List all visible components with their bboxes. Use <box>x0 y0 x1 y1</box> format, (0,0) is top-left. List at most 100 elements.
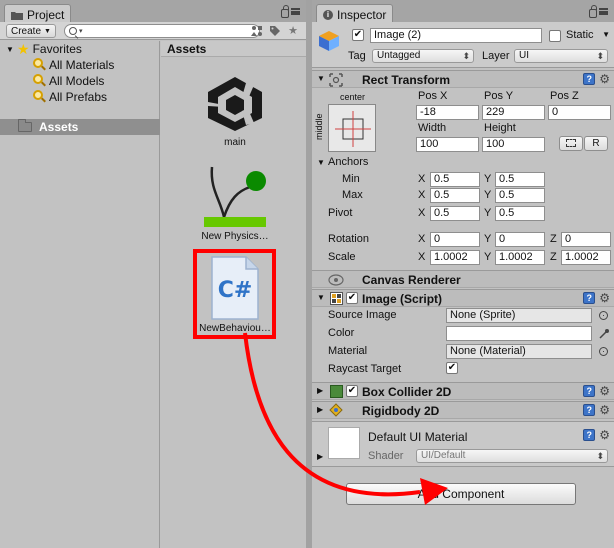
pos-x-field[interactable]: -18 <box>416 105 479 120</box>
menu-icon[interactable] <box>599 8 608 15</box>
fold-arrow-icon[interactable]: ▼ <box>317 158 325 167</box>
anchor-max-y-field[interactable]: 0.5 <box>495 188 545 203</box>
box-collider-2d-header[interactable]: ▶ ✔ Box Collider 2D ? ⚙ <box>312 382 614 400</box>
inspector-tab[interactable]: i Inspector <box>316 4 394 22</box>
material-field[interactable]: None (Material) <box>446 344 592 359</box>
star-icon[interactable]: ★ <box>286 25 300 37</box>
rotation-y-field[interactable]: 0 <box>495 232 545 247</box>
color-field[interactable] <box>446 326 592 341</box>
scale-y-field[interactable]: 1.0002 <box>495 250 545 265</box>
inspector-tab-menu[interactable] <box>589 5 608 18</box>
eyedropper-icon[interactable] <box>598 328 610 340</box>
project-tab[interactable]: Project <box>4 4 72 22</box>
rotation-z-field[interactable]: 0 <box>561 232 611 247</box>
add-component-button[interactable]: Add Component <box>346 483 576 505</box>
static-checkbox[interactable] <box>549 30 561 42</box>
object-picker-icon[interactable] <box>599 347 608 356</box>
scale-z-field[interactable]: 1.0002 <box>561 250 611 265</box>
pivot-x-field[interactable]: 0.5 <box>430 206 480 221</box>
layer-dropdown[interactable]: UI <box>514 49 608 63</box>
tree-item-all-prefabs[interactable]: All Prefabs <box>32 89 107 105</box>
anchor-max-x-field[interactable]: 0.5 <box>430 188 480 203</box>
canvas-renderer-icon <box>328 274 344 286</box>
tree-item-assets[interactable]: Assets <box>0 119 160 135</box>
folder-icon <box>11 11 23 20</box>
tree-item-label: All Materials <box>49 58 115 72</box>
rigidbody-2d-header[interactable]: ▶ Rigidbody 2D ? ⚙ <box>312 401 614 419</box>
rect-transform-header[interactable]: ▼ Rect Transform ? ⚙ <box>312 70 614 88</box>
anchor-min-y-field[interactable]: 0.5 <box>495 172 545 187</box>
material-name: Default UI Material <box>368 430 468 444</box>
filter-by-type-icon[interactable] <box>250 25 264 37</box>
assets-header: Assets <box>161 41 306 57</box>
anchor-min-x-field[interactable]: 0.5 <box>430 172 480 187</box>
create-button[interactable]: Create ▼ <box>6 24 56 38</box>
gear-icon[interactable]: ⚙ <box>599 73 610 85</box>
dropdown-arrow-icon: ▼ <box>44 27 51 35</box>
asset-item-physics-material[interactable]: New Physics… <box>195 159 275 243</box>
help-book-icon[interactable]: ? <box>583 385 596 397</box>
tree-item-all-materials[interactable]: All Materials <box>32 57 114 73</box>
scale-x-field[interactable]: 1.0002 <box>430 250 480 265</box>
help-book-icon[interactable]: ? <box>583 292 596 304</box>
box-collider-enabled-checkbox[interactable]: ✔ <box>346 385 358 397</box>
tree-item-favorites[interactable]: ▼ ★ Favorites <box>6 41 82 57</box>
gear-icon[interactable]: ⚙ <box>599 404 610 416</box>
rect-transform-icon <box>329 73 343 87</box>
image-enabled-checkbox[interactable]: ✔ <box>346 292 358 304</box>
pos-z-label: Pos Z <box>550 90 579 102</box>
expand-arrow-icon[interactable]: ▼ <box>6 45 14 54</box>
width-field[interactable]: 100 <box>416 137 479 152</box>
active-checkbox[interactable]: ✔ <box>352 29 364 41</box>
blueprint-mode-button[interactable] <box>559 136 583 151</box>
component-icons: ? ⚙ <box>583 404 610 416</box>
pos-z-field[interactable]: 0 <box>548 105 611 120</box>
highlight-box <box>193 249 276 339</box>
tree-item-label: All Prefabs <box>49 90 108 104</box>
max-label: Max <box>342 189 363 201</box>
scale-label: Scale <box>328 251 356 263</box>
height-field[interactable]: 100 <box>482 137 545 152</box>
gear-icon[interactable]: ⚙ <box>599 385 610 397</box>
object-picker-icon[interactable] <box>599 311 608 320</box>
static-dropdown-icon[interactable]: ▼ <box>602 30 610 39</box>
gear-icon[interactable]: ⚙ <box>599 429 610 441</box>
search-input[interactable]: ▾ <box>64 24 260 38</box>
fold-arrow-icon[interactable]: ▶ <box>317 405 323 414</box>
raw-edit-button[interactable]: R <box>584 136 608 151</box>
source-image-field[interactable]: None (Sprite) <box>446 308 592 323</box>
lock-icon[interactable] <box>281 5 289 18</box>
image-component-icon <box>330 292 343 305</box>
gear-icon[interactable]: ⚙ <box>599 292 610 304</box>
raycast-target-checkbox[interactable]: ✔ <box>446 362 458 374</box>
asset-item-main[interactable]: main <box>195 73 275 153</box>
tag-dropdown[interactable]: Untagged <box>372 49 474 63</box>
tree-item-all-models[interactable]: All Models <box>32 73 104 89</box>
rotation-x-field[interactable]: 0 <box>430 232 480 247</box>
anchor-presets-button[interactable] <box>328 104 376 152</box>
z-label: Z <box>550 233 557 245</box>
project-tab-menu[interactable] <box>281 5 300 18</box>
canvas-renderer-header[interactable]: Canvas Renderer <box>312 270 614 288</box>
component-icons: ? ⚙ <box>583 73 610 85</box>
inspector-tab-bar: i Inspector <box>312 0 614 22</box>
fold-arrow-icon[interactable]: ▼ <box>317 74 325 83</box>
fold-arrow-icon[interactable]: ▶ <box>317 386 323 395</box>
object-name-field[interactable]: Image (2) <box>370 28 542 43</box>
help-book-icon[interactable]: ? <box>583 73 596 85</box>
fold-arrow-icon[interactable]: ▼ <box>317 293 325 302</box>
material-preview <box>328 427 360 459</box>
inspector-panel: i Inspector ✔ Image (2) Static ▼ Tag Unt… <box>312 0 614 548</box>
filter-by-label-icon[interactable] <box>268 25 282 37</box>
lock-icon[interactable] <box>589 5 597 18</box>
menu-icon[interactable] <box>291 8 300 15</box>
image-script-header[interactable]: ▼ ✔ Image (Script) ? ⚙ <box>312 289 614 307</box>
help-book-icon[interactable]: ? <box>583 404 596 416</box>
shader-label: Shader <box>368 450 404 462</box>
pos-y-field[interactable]: 229 <box>482 105 545 120</box>
fold-arrow-icon[interactable]: ▶ <box>317 452 323 461</box>
shader-dropdown[interactable]: UI/Default <box>416 449 608 463</box>
help-book-icon[interactable]: ? <box>583 429 596 441</box>
pivot-y-field[interactable]: 0.5 <box>495 206 545 221</box>
x-label: X <box>418 207 426 219</box>
